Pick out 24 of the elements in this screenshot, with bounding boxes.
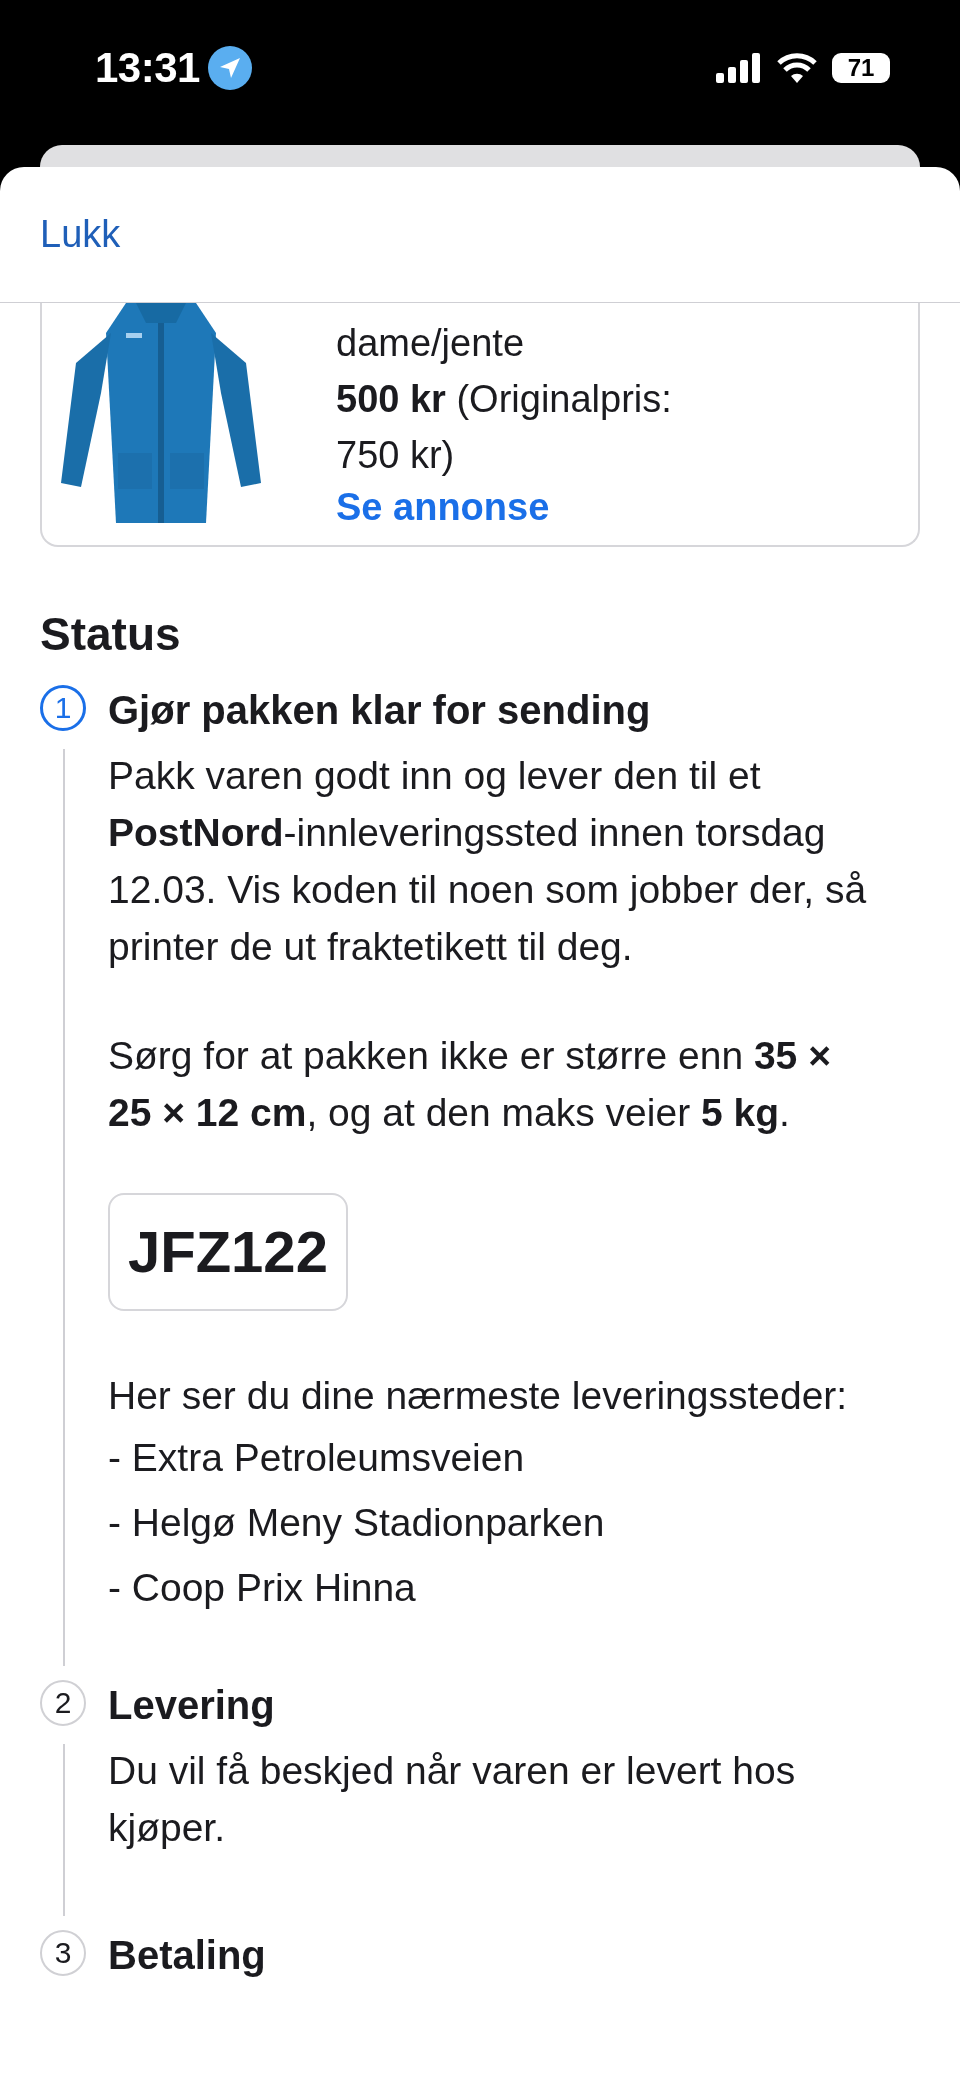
clock: 13:31 bbox=[95, 43, 200, 92]
step-title: Levering bbox=[108, 1682, 276, 1729]
product-price: 500 kr (Originalpris: 750 kr) bbox=[336, 377, 673, 478]
location-icon bbox=[207, 45, 252, 90]
product-title: dame/jente bbox=[336, 321, 525, 366]
drop-off-code: JFZ122 bbox=[108, 1193, 348, 1311]
step-title: Gjør pakken klar for sending bbox=[108, 687, 652, 734]
battery-indicator: 71 bbox=[832, 52, 890, 83]
step-number: 3 bbox=[40, 1930, 86, 1976]
step-title: Betaling bbox=[108, 1932, 267, 1979]
step-text: Du vil få beskjed når varen er levert hos kjøper. bbox=[108, 1748, 797, 1851]
drop-off-location: - Helgø Meny Stadionparken bbox=[108, 1500, 606, 1546]
section-heading: Status bbox=[40, 607, 182, 661]
wifi-icon bbox=[776, 52, 818, 83]
close-button[interactable]: Lukk bbox=[40, 213, 121, 256]
step-number: 2 bbox=[40, 1680, 86, 1726]
drop-off-location: - Extra Petroleumsveien bbox=[108, 1435, 526, 1481]
step-text: Her ser du dine nærmeste leveringssteder: bbox=[108, 1373, 849, 1419]
drop-off-location: - Coop Prix Hinna bbox=[108, 1565, 417, 1611]
step-number: 1 bbox=[40, 685, 86, 731]
step-text: Sørg for at pakken ikke er større enn 35 × 25 × 12 cm, og at den maks veier 5 kg. bbox=[108, 1033, 832, 1136]
signal-icon bbox=[716, 52, 762, 83]
step-text: Pakk varen godt inn og lever den til et PostNord-innleveringssted innen torsdag 12.03. Vis koden til noen som jobber der, så printer de ut fraktetikett til deg. bbox=[108, 753, 868, 970]
view-ad-link[interactable]: Se annonse bbox=[336, 483, 736, 531]
